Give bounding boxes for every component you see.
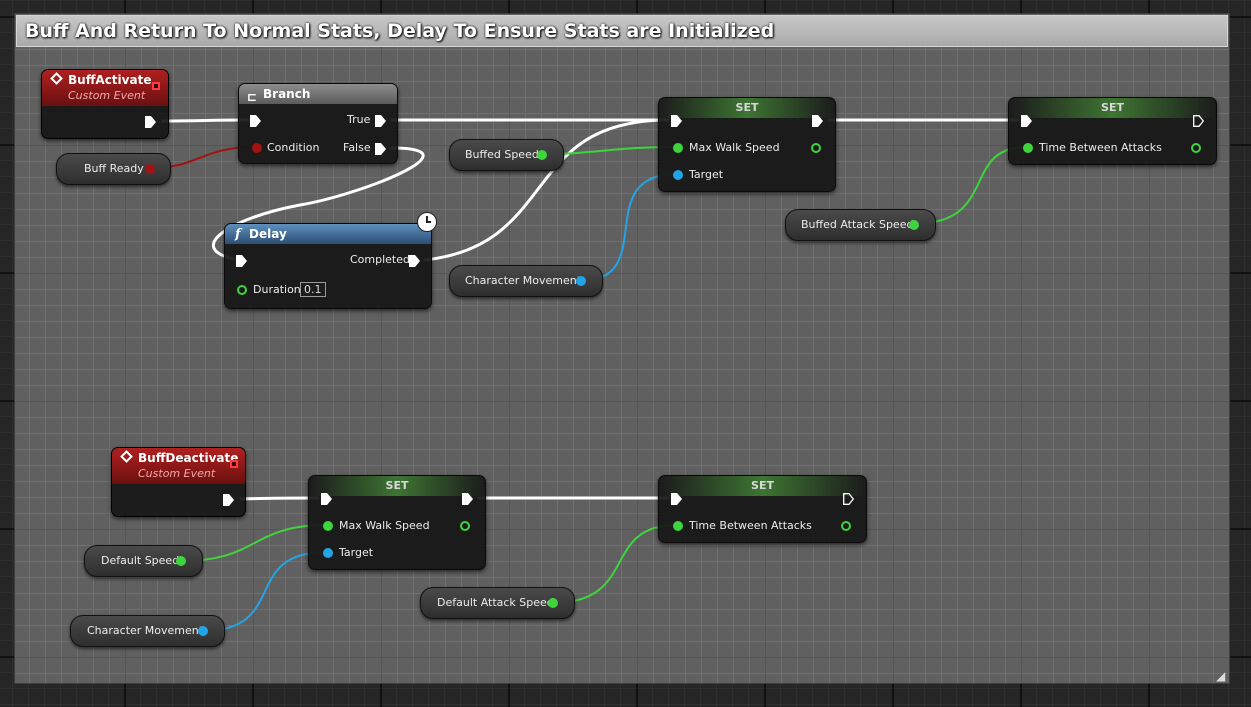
false-pin-label: False xyxy=(343,141,371,154)
default-speed-variable-node[interactable]: Default Speed xyxy=(84,545,203,577)
buffed-speed-out-pin[interactable] xyxy=(537,150,547,160)
completed-exec-pin[interactable] xyxy=(409,255,420,267)
variable-label: Buffed Speed xyxy=(465,148,539,161)
variable-label: Default Attack Speed xyxy=(437,596,554,609)
variable-label: Buff Ready xyxy=(84,162,144,175)
event-icon xyxy=(120,450,133,463)
event-subtitle: Custom Event xyxy=(68,89,146,102)
exec-out-pin[interactable] xyxy=(223,494,234,506)
exec-out-pin[interactable] xyxy=(843,493,854,505)
branch-title: Branch xyxy=(263,87,311,101)
event-icon xyxy=(50,72,63,85)
max-walk-speed-out-pin[interactable] xyxy=(460,521,470,531)
exec-in-pin[interactable] xyxy=(321,493,332,505)
default-speed-out-pin[interactable] xyxy=(176,556,186,566)
delay-header: f Delay xyxy=(225,224,431,244)
variable-label: Character Movement xyxy=(465,274,582,287)
delegate-pin[interactable] xyxy=(152,82,160,90)
time-between-attacks-label: Time Between Attacks xyxy=(1039,141,1162,154)
time-between-attacks-out-pin[interactable] xyxy=(841,521,851,531)
buff-ready-out-pin[interactable] xyxy=(145,164,155,174)
buff-activate-event-node[interactable]: BuffActivate Custom Event xyxy=(41,69,169,139)
exec-in-pin[interactable] xyxy=(1021,115,1032,127)
exec-in-pin[interactable] xyxy=(671,493,682,505)
delay-node[interactable]: f Delay Completed Duration 0.1 xyxy=(224,223,432,309)
set-header: SET xyxy=(309,476,485,496)
false-exec-pin[interactable] xyxy=(375,143,386,155)
set-time-between-attacks-node[interactable]: SET Time Between Attacks xyxy=(1008,97,1217,165)
branch-icon: ⊏ xyxy=(247,90,258,104)
time-between-attacks-label: Time Between Attacks xyxy=(689,519,812,532)
time-between-attacks-out-pin[interactable] xyxy=(1191,143,1201,153)
exec-in-pin[interactable] xyxy=(250,115,261,127)
duration-pin[interactable] xyxy=(237,285,247,295)
exec-in-pin[interactable] xyxy=(671,115,682,127)
variable-label: Default Speed xyxy=(101,554,180,567)
set-header: SET xyxy=(659,476,866,496)
max-walk-speed-in-pin[interactable] xyxy=(323,521,333,531)
buff-deactivate-event-node[interactable]: BuffDeactivate Custom Event xyxy=(111,447,246,517)
buffed-attack-speed-out-pin[interactable] xyxy=(909,220,919,230)
function-icon: f xyxy=(235,227,241,242)
set-time-between-attacks-node-2[interactable]: SET Time Between Attacks xyxy=(658,475,867,543)
condition-pin[interactable] xyxy=(252,143,262,153)
default-attack-speed-out-pin[interactable] xyxy=(548,598,558,608)
default-attack-speed-variable-node[interactable]: Default Attack Speed xyxy=(420,587,575,619)
variable-label: Buffed Attack Speed xyxy=(801,218,914,231)
set-header: SET xyxy=(1009,98,1216,118)
comment-resize-handle[interactable]: ◢ xyxy=(1216,669,1225,683)
exec-out-pin[interactable] xyxy=(1193,115,1204,127)
max-walk-speed-out-pin[interactable] xyxy=(811,143,821,153)
exec-out-pin[interactable] xyxy=(812,115,823,127)
max-walk-speed-in-pin[interactable] xyxy=(673,143,683,153)
true-pin-label: True xyxy=(347,113,371,126)
branch-node[interactable]: ⊏ Branch True Condition False xyxy=(238,83,398,164)
branch-header: ⊏ Branch xyxy=(239,84,397,104)
buff-ready-variable-node[interactable]: Buff Ready xyxy=(56,153,171,185)
target-label: Target xyxy=(339,546,374,559)
variable-label: Character Movement xyxy=(87,624,204,637)
time-between-attacks-in-pin[interactable] xyxy=(1023,143,1033,153)
delegate-pin[interactable] xyxy=(230,460,238,468)
buffed-attack-speed-variable-node[interactable]: Buffed Attack Speed xyxy=(785,209,936,241)
event-header: BuffDeactivate Custom Event xyxy=(112,448,245,484)
time-between-attacks-in-pin[interactable] xyxy=(673,521,683,531)
max-walk-speed-label: Max Walk Speed xyxy=(689,141,780,154)
character-movement-out-pin[interactable] xyxy=(576,276,586,286)
event-header: BuffActivate Custom Event xyxy=(42,70,168,106)
max-walk-speed-label: Max Walk Speed xyxy=(339,519,430,532)
duration-input[interactable]: 0.1 xyxy=(300,282,326,297)
true-exec-pin[interactable] xyxy=(375,115,386,127)
event-title: BuffDeactivate xyxy=(138,451,239,465)
exec-out-pin[interactable] xyxy=(462,493,473,505)
exec-out-pin[interactable] xyxy=(145,116,156,128)
event-subtitle: Custom Event xyxy=(138,467,216,480)
exec-in-pin[interactable] xyxy=(236,255,247,267)
latent-clock-icon xyxy=(417,212,437,232)
set-max-walk-speed-node-2[interactable]: SET Max Walk Speed Target xyxy=(308,475,486,570)
character-movement-variable-node[interactable]: Character Movement xyxy=(449,265,603,297)
duration-pin-label: Duration xyxy=(253,283,301,296)
character-movement-out-pin[interactable] xyxy=(198,626,208,636)
target-pin[interactable] xyxy=(673,170,683,180)
set-header: SET xyxy=(659,98,835,118)
condition-pin-label: Condition xyxy=(267,141,320,154)
target-label: Target xyxy=(689,168,724,181)
completed-pin-label: Completed xyxy=(350,253,410,266)
delay-title: Delay xyxy=(249,227,287,241)
buffed-speed-variable-node[interactable]: Buffed Speed xyxy=(449,139,564,171)
character-movement-variable-node-2[interactable]: Character Movement xyxy=(70,615,225,647)
comment-title[interactable]: Buff And Return To Normal Stats, Delay T… xyxy=(16,15,1228,47)
set-max-walk-speed-node[interactable]: SET Max Walk Speed Target xyxy=(658,97,836,192)
target-pin[interactable] xyxy=(323,548,333,558)
